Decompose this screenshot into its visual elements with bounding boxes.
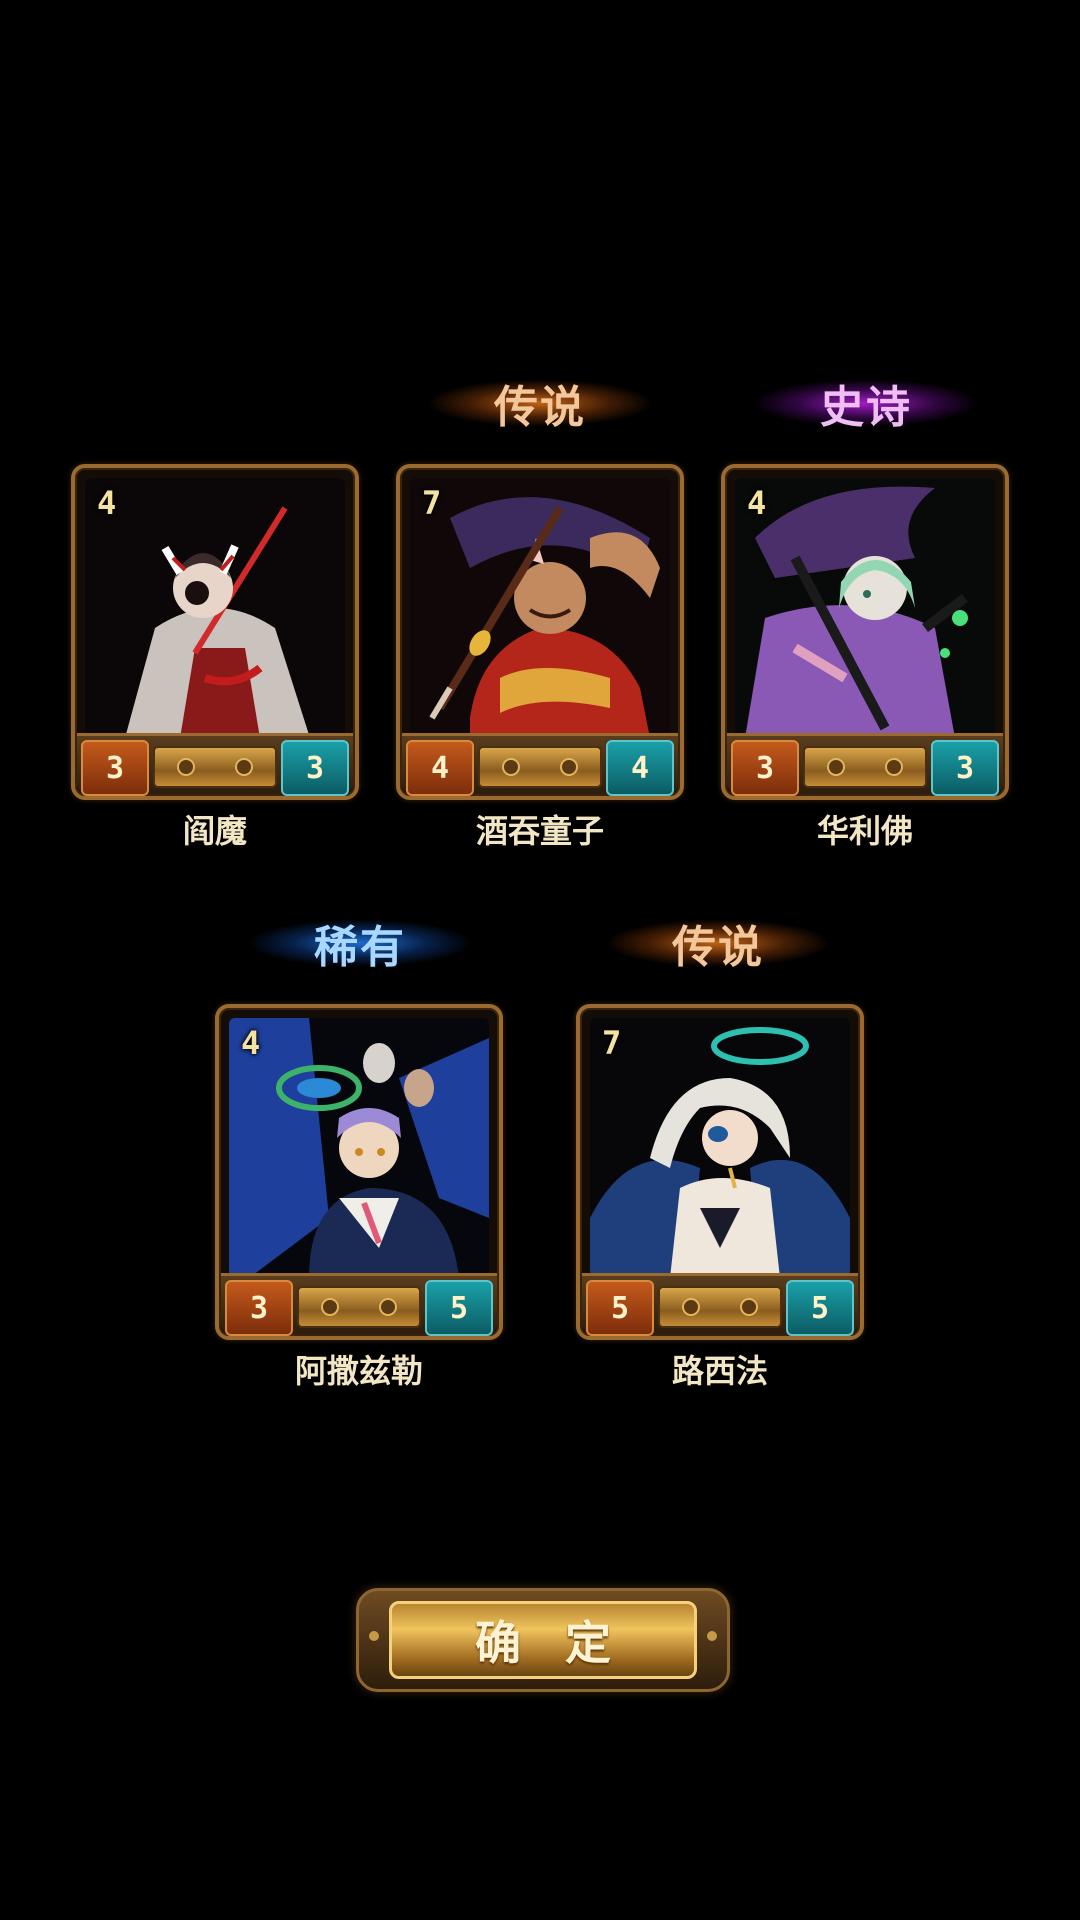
health-value: 5: [786, 1280, 854, 1336]
health-value: 3: [931, 740, 999, 796]
card-name: 华利佛: [816, 812, 913, 850]
card-stat-bar: 4 4: [402, 733, 678, 796]
mana-cost: 4: [97, 484, 117, 522]
latch-ornament: [658, 1286, 782, 1328]
attack-value: 4: [406, 740, 474, 796]
health-value: 3: [281, 740, 349, 796]
card-art: [229, 1018, 489, 1278]
card-azazel[interactable]: 4 3 5: [215, 1004, 503, 1340]
card-name: 酒吞童子: [475, 812, 604, 850]
card-stat-bar: 5 5: [582, 1273, 858, 1336]
card-lucifer[interactable]: 7 5 5: [576, 1004, 864, 1340]
card-stat-bar: 3 3: [727, 733, 1003, 796]
latch-ornament: [803, 746, 927, 788]
confirm-button[interactable]: 确定: [389, 1601, 697, 1679]
attack-value: 3: [731, 740, 799, 796]
rarity-label-rare: 稀有: [210, 908, 510, 978]
card-huali-fo[interactable]: 4 3 3: [721, 464, 1009, 800]
card-name: 路西法: [671, 1352, 768, 1390]
card-stat-bar: 3 3: [77, 733, 353, 796]
card-art: [85, 478, 345, 738]
mana-cost: 7: [602, 1024, 622, 1062]
mana-cost: 4: [241, 1024, 261, 1062]
rarity-label-epic: 史诗: [716, 368, 1016, 438]
card-art: [410, 478, 670, 738]
card-name: 阿撒兹勒: [294, 1352, 423, 1390]
card-yanmo[interactable]: 4 3 3: [71, 464, 359, 800]
card-stat-bar: 3 5: [221, 1273, 497, 1336]
card-shuten-doji[interactable]: 7 4 4: [396, 464, 684, 800]
mana-cost: 7: [422, 484, 442, 522]
latch-ornament: [478, 746, 602, 788]
screw-ornament: [707, 1631, 717, 1641]
card-name: 阎魔: [182, 812, 247, 850]
latch-ornament: [297, 1286, 421, 1328]
attack-value: 3: [225, 1280, 293, 1336]
latch-ornament: [153, 746, 277, 788]
attack-value: 5: [586, 1280, 654, 1336]
rarity-label-legend: 传说: [568, 908, 868, 978]
health-value: 4: [606, 740, 674, 796]
screw-ornament: [369, 1631, 379, 1641]
mana-cost: 4: [747, 484, 767, 522]
health-value: 5: [425, 1280, 493, 1336]
rarity-label-legend: 传说: [390, 368, 690, 438]
card-art: [735, 478, 995, 738]
confirm-button-frame: 确定: [356, 1588, 730, 1692]
attack-value: 3: [81, 740, 149, 796]
card-art: [590, 1018, 850, 1278]
